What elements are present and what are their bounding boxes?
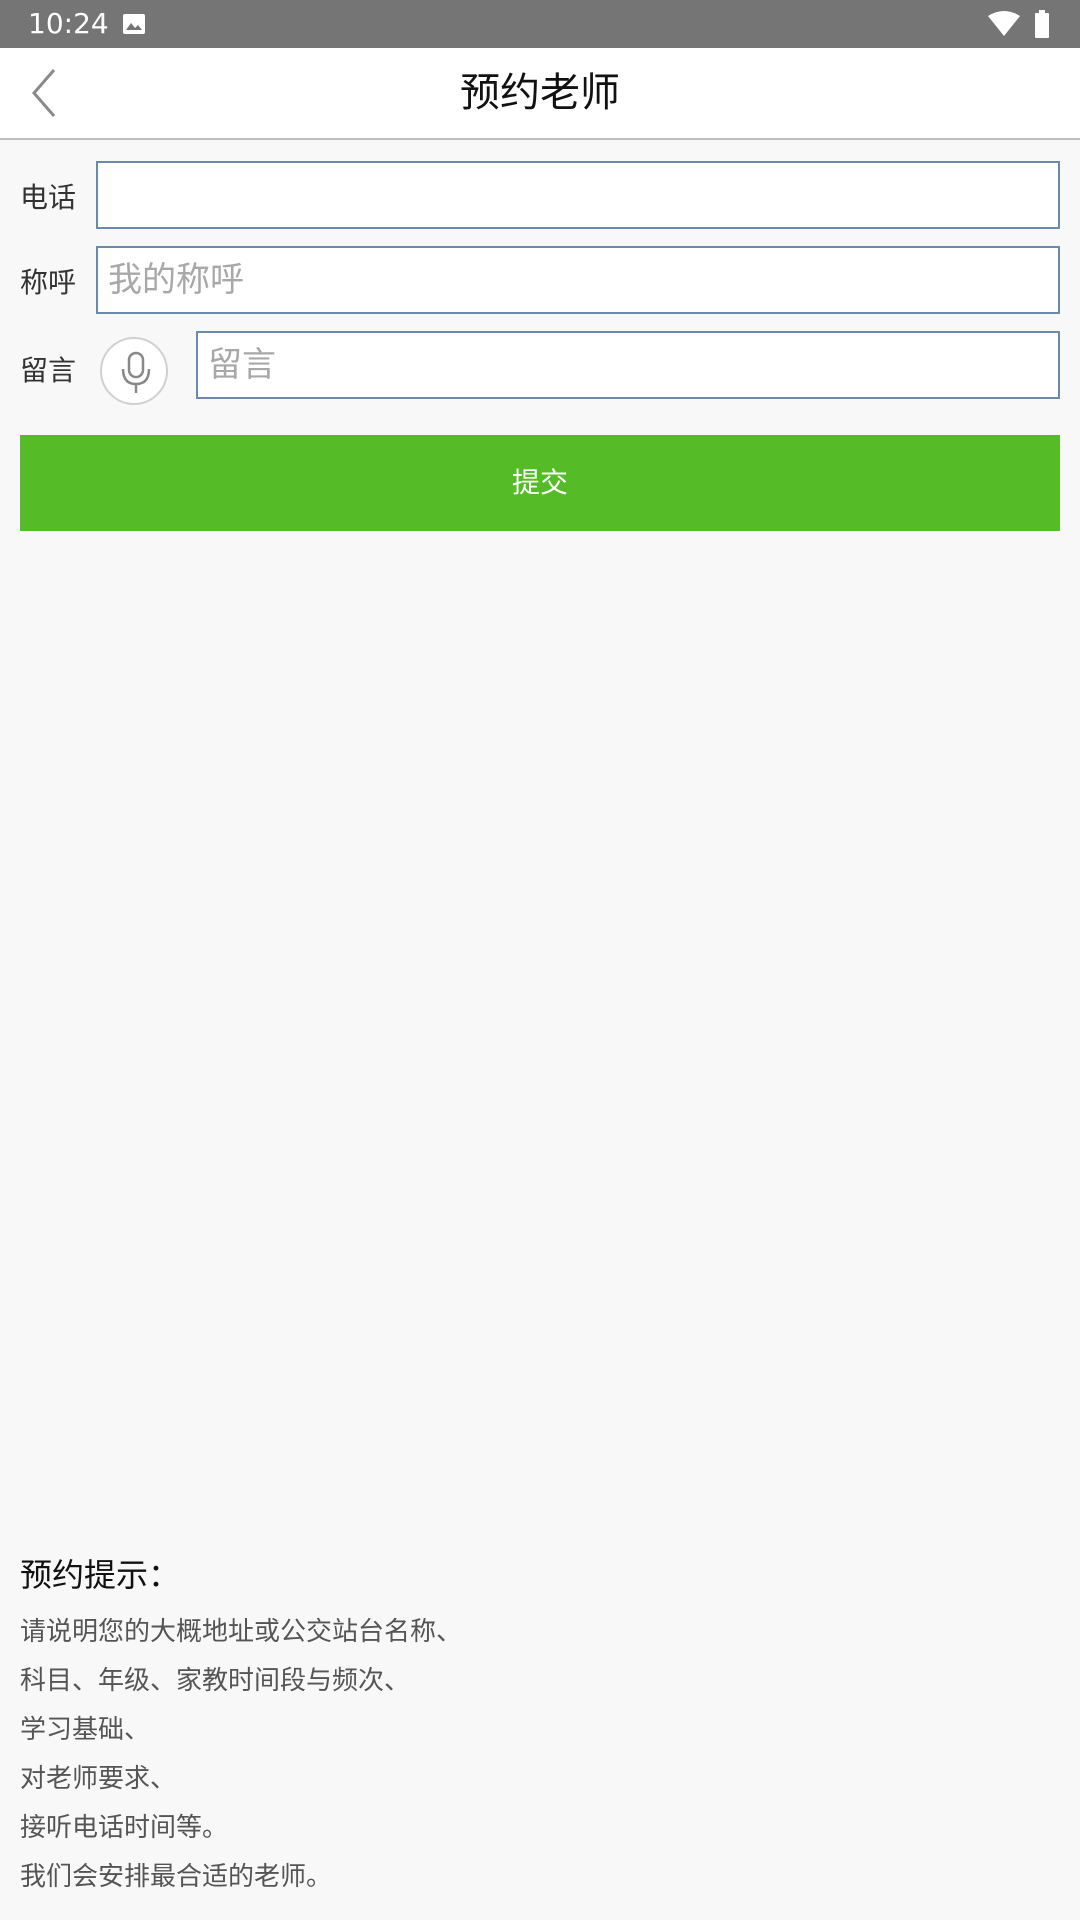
name-label: 称呼 xyxy=(20,266,77,299)
battery-icon xyxy=(1035,10,1049,38)
phone-field-box xyxy=(96,161,1060,229)
phone-label: 电话 xyxy=(20,181,77,214)
microphone-icon xyxy=(121,351,151,393)
status-bar: 10:24 xyxy=(0,0,1080,48)
voice-input-button[interactable] xyxy=(100,337,168,405)
wifi-icon xyxy=(988,11,1020,36)
tips-title: 预约提示： xyxy=(20,1556,181,1594)
page-title: 预约老师 xyxy=(460,70,620,116)
message-field-box xyxy=(196,331,1060,399)
image-icon xyxy=(123,14,145,34)
message-input[interactable] xyxy=(198,333,1058,397)
chevron-left-icon[interactable] xyxy=(22,64,80,122)
app-bar: 预约老师 xyxy=(0,48,1080,140)
tips-line: 学习基础、 xyxy=(20,1715,151,1745)
name-input[interactable] xyxy=(98,248,1058,312)
name-field-box xyxy=(96,246,1060,314)
tips-line: 我们会安排最合适的老师。 xyxy=(20,1862,333,1892)
tips-line: 科目、年级、家教时间段与频次、 xyxy=(20,1666,411,1696)
tips-line: 对老师要求、 xyxy=(20,1764,177,1794)
tips-line: 请说明您的大概地址或公交站台名称、 xyxy=(20,1617,463,1647)
phone-input[interactable] xyxy=(98,163,1058,227)
submit-button[interactable]: 提交 xyxy=(20,435,1060,531)
status-time: 10:24 xyxy=(28,7,109,40)
message-label: 留言 xyxy=(20,354,77,387)
tips-line: 接听电话时间等。 xyxy=(20,1813,229,1843)
